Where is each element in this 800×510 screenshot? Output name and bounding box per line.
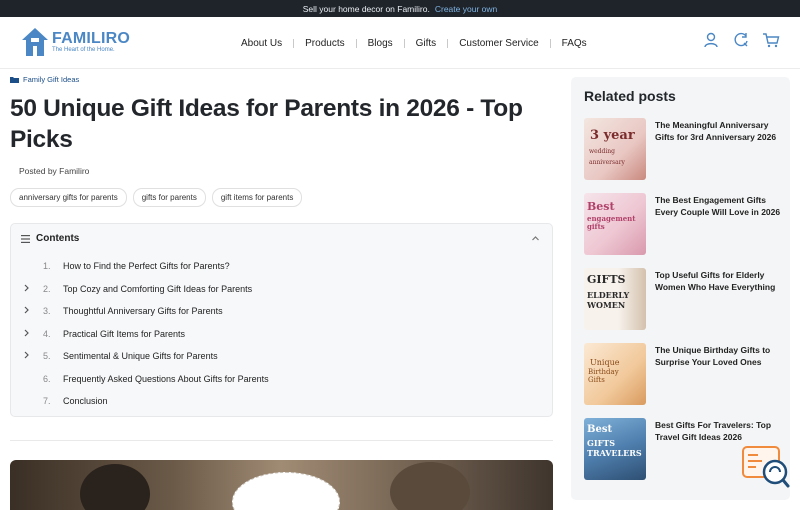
thumbnail-caption: ELDERLY WOMEN (587, 290, 630, 310)
chat-search-icon[interactable] (742, 446, 790, 490)
toc-item-number: 7. (43, 396, 51, 407)
toc-header[interactable]: Contents (21, 233, 79, 244)
brand-tagline: The Heart of the Home. (52, 47, 115, 53)
breadcrumb-category[interactable]: Family Gift Ideas (23, 75, 79, 84)
thumbnail-caption: Best (587, 424, 613, 435)
post-title[interactable]: Best Gifts For Travelers: Top Travel Gif… (655, 419, 783, 443)
thumbnail-caption: GIFTS TRAVELERS (587, 438, 642, 458)
related-post[interactable]: GIFTS ELDERLY WOMEN Top Useful Gifts for… (584, 268, 784, 330)
chevron-right-icon[interactable] (23, 329, 30, 337)
hero-figure (80, 464, 150, 510)
nav-customer-service[interactable]: Customer Service (448, 38, 549, 49)
table-of-contents: Contents 1. How to Find the Perfect Gift… (10, 223, 553, 417)
create-store-link[interactable]: Create your own (435, 4, 497, 14)
toc-item-number: 1. (43, 261, 51, 272)
related-posts-sidebar: Related posts 3 year wedding anniversary… (571, 77, 790, 500)
list-icon (21, 234, 30, 243)
page-title: 50 Unique Gift Ideas for Parents in 2026… (10, 95, 523, 153)
house-logo-icon (22, 28, 48, 56)
chevron-right-icon[interactable] (23, 306, 30, 314)
toc-item-number: 5. (43, 351, 51, 362)
cart-icon[interactable] (762, 31, 780, 49)
sidebar-title: Related posts (584, 88, 676, 104)
post-title[interactable]: Top Useful Gifts for Elderly Women Who H… (655, 269, 783, 293)
post-title[interactable]: The Meaningful Anniversary Gifts for 3rd… (655, 119, 783, 143)
thumbnail-caption: wedding anniversary (589, 148, 625, 166)
main-nav: About Us Products Blogs Gifts Customer S… (230, 17, 598, 69)
toc-item[interactable]: 1. How to Find the Perfect Gifts for Par… (23, 255, 543, 278)
announcement-bar: Sell your home decor on Familiro. Create… (0, 0, 800, 17)
tag-chip[interactable]: gifts for parents (132, 188, 206, 207)
hero-figure (390, 462, 470, 510)
chevron-right-icon[interactable] (23, 351, 30, 359)
toc-item[interactable]: 3. Thoughtful Anniversary Gifts for Pare… (23, 300, 543, 323)
section-divider (10, 440, 553, 441)
thumbnail-caption: Unique (590, 358, 620, 367)
breadcrumb[interactable]: Family Gift Ideas (10, 75, 79, 84)
thumbnail-caption: Best (587, 200, 615, 213)
nav-products[interactable]: Products (294, 38, 355, 49)
brand-logo[interactable]: FAMILIRO The Heart of the Home. (20, 26, 130, 58)
toc-item-number: 4. (43, 328, 51, 339)
post-thumbnail[interactable]: GIFTS ELDERLY WOMEN (584, 268, 646, 330)
toc-item[interactable]: 6. Frequently Asked Questions About Gift… (23, 368, 543, 391)
site-header: FAMILIRO The Heart of the Home. About Us… (0, 17, 800, 69)
hero-plate (232, 472, 340, 510)
author-line: Posted by Familiro (19, 166, 90, 176)
post-thumbnail[interactable]: Best GIFTS TRAVELERS (584, 418, 646, 480)
toc-item-label[interactable]: Frequently Asked Questions About Gifts f… (63, 374, 269, 384)
nav-about-us[interactable]: About Us (230, 38, 293, 49)
toc-item-label[interactable]: Practical Gift Items for Parents (63, 329, 185, 339)
toc-item[interactable]: 5. Sentimental & Unique Gifts for Parent… (23, 345, 543, 368)
post-thumbnail[interactable]: 3 year wedding anniversary (584, 118, 646, 180)
toc-item-label[interactable]: Thoughtful Anniversary Gifts for Parents (63, 306, 223, 316)
toc-heading: Contents (36, 233, 80, 244)
toc-item-label[interactable]: Conclusion (63, 396, 108, 406)
announcement-text: Sell your home decor on Familiro. (302, 3, 430, 14)
related-post[interactable]: 3 year wedding anniversary The Meaningfu… (584, 118, 784, 180)
nav-faqs[interactable]: FAQs (551, 38, 598, 49)
post-title[interactable]: The Best Engagement Gifts Every Couple W… (655, 194, 783, 218)
toc-list: 1. How to Find the Perfect Gifts for Par… (23, 255, 543, 413)
toc-item-label[interactable]: Sentimental & Unique Gifts for Parents (63, 351, 218, 361)
related-post[interactable]: Best engagement gifts The Best Engagemen… (584, 193, 784, 255)
brand-name: FAMILIRO (52, 30, 131, 47)
post-thumbnail[interactable]: Unique Birthday Gifts (584, 343, 646, 405)
toc-item-label[interactable]: Top Cozy and Comforting Gift Ideas for P… (63, 284, 252, 294)
search-refresh-icon[interactable] (732, 31, 750, 49)
hero-image (10, 460, 553, 510)
tag-chip[interactable]: anniversary gifts for parents (10, 188, 127, 207)
nav-blogs[interactable]: Blogs (357, 38, 404, 49)
thumbnail-caption: Birthday Gifts (588, 368, 619, 384)
tag-list: anniversary gifts for parents gifts for … (10, 188, 303, 207)
folder-icon (10, 77, 19, 83)
user-icon[interactable] (702, 31, 720, 49)
thumbnail-caption: engagement gifts (587, 214, 636, 231)
header-actions (702, 31, 780, 49)
thumbnail-caption: 3 year (590, 128, 635, 143)
thumbnail-caption: GIFTS (587, 273, 626, 286)
toc-item-number: 6. (43, 373, 51, 384)
post-thumbnail[interactable]: Best engagement gifts (584, 193, 646, 255)
toc-item[interactable]: 4. Practical Gift Items for Parents (23, 323, 543, 346)
post-title[interactable]: The Unique Birthday Gifts to Surprise Yo… (655, 344, 783, 368)
tag-chip[interactable]: gift items for parents (211, 188, 303, 207)
toc-item[interactable]: 7. Conclusion (23, 390, 543, 413)
chevron-up-icon[interactable] (531, 234, 540, 243)
toc-item-label[interactable]: How to Find the Perfect Gifts for Parent… (63, 261, 230, 271)
nav-gifts[interactable]: Gifts (405, 38, 448, 49)
toc-item-number: 3. (43, 306, 51, 317)
toc-item[interactable]: 2. Top Cozy and Comforting Gift Ideas fo… (23, 278, 543, 301)
related-post[interactable]: Unique Birthday Gifts The Unique Birthda… (584, 343, 784, 405)
chevron-right-icon[interactable] (23, 284, 30, 292)
toc-item-number: 2. (43, 283, 51, 294)
